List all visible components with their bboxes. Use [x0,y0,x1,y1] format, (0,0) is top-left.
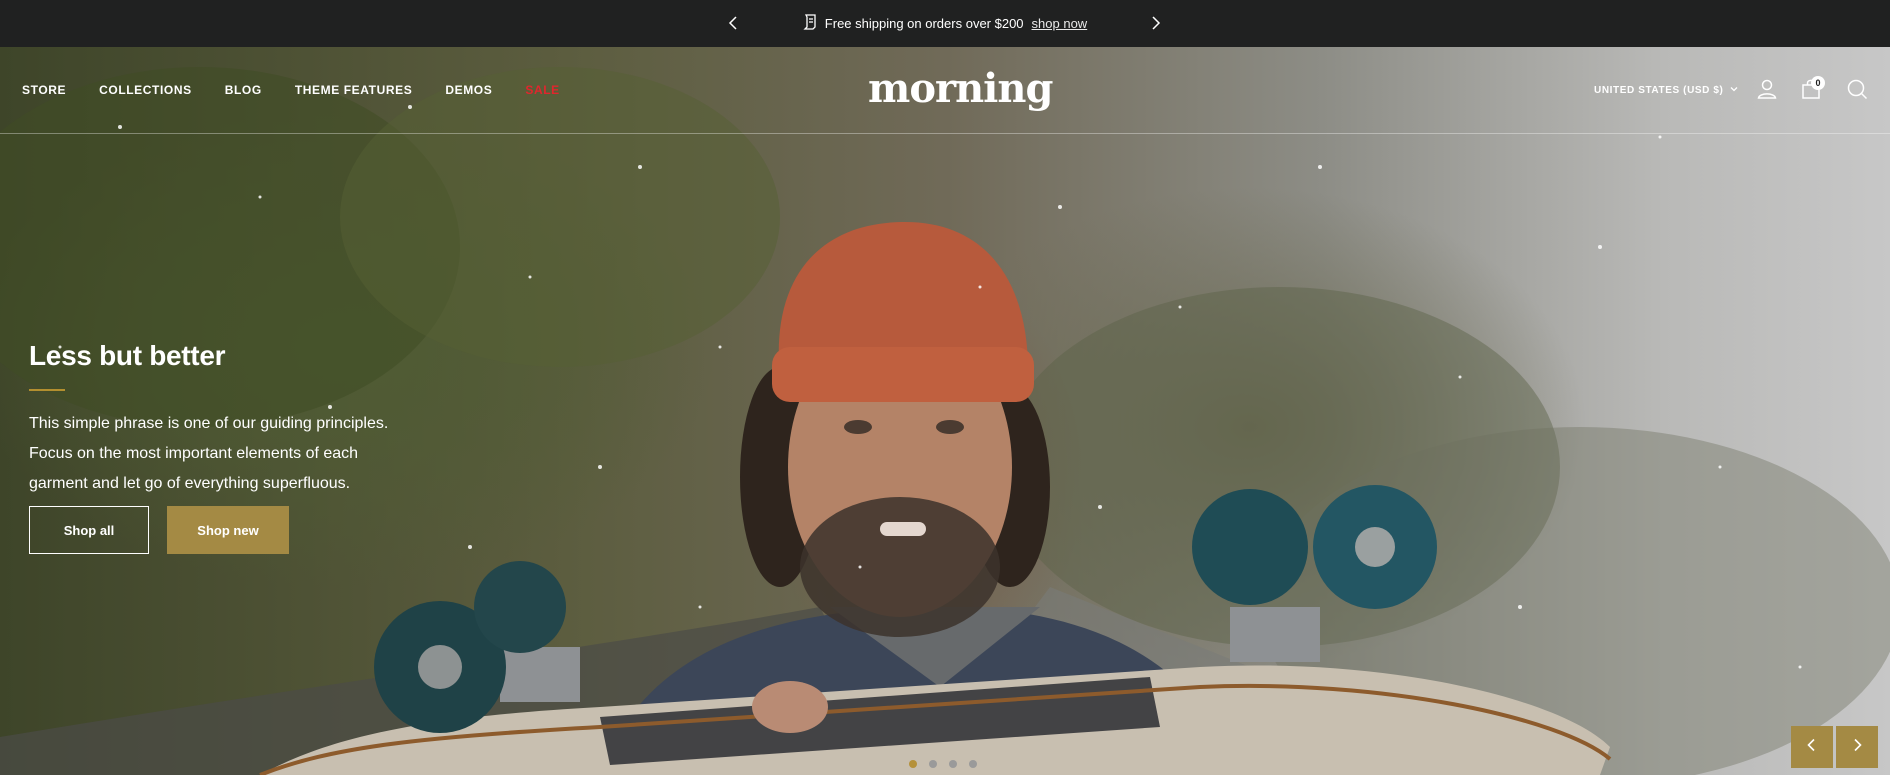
hero-title-divider [29,389,65,391]
hero-description-line: This simple phrase is one of our guiding… [29,415,389,432]
chevron-down-icon [1729,84,1739,97]
site-header: STORE COLLECTIONS BLOG THEME FEATURES DE… [0,47,1890,134]
currency-selector[interactable]: UNITED STATES (USD $) [1594,84,1739,97]
nav-demos[interactable]: DEMOS [445,83,492,97]
site-logo[interactable]: morning [868,65,1053,112]
slide-dot-4[interactable] [969,760,977,768]
hero-content: Less but better This simple phrase is on… [29,340,449,499]
shop-now-link[interactable]: shop now [1032,16,1088,31]
chevron-right-icon [1849,737,1865,758]
shop-new-button[interactable]: Shop new [167,506,289,554]
chevron-left-icon [1804,737,1820,758]
nav-theme-features[interactable]: THEME FEATURES [295,83,413,97]
user-icon[interactable] [1755,77,1779,101]
search-icon[interactable] [1845,77,1869,101]
nav-sale[interactable]: SALE [525,83,559,97]
receipt-icon [803,14,817,33]
announcement-text: Free shipping on orders over $200 [824,16,1024,31]
hero-description-line: garment and let go of everything superfl… [29,475,351,492]
slide-dot-2[interactable] [929,760,937,768]
announcement-bar: Free shipping on orders over $200 shop n… [0,0,1890,47]
shop-all-button[interactable]: Shop all [29,506,149,554]
announcement-next-icon[interactable] [1146,14,1164,32]
cart-count-badge: 0 [1811,76,1825,90]
announcement-message: Free shipping on orders over $200 shop n… [803,14,1087,33]
slider-pagination [909,760,977,768]
hero-title: Less but better [29,340,226,371]
hero-description-line: Focus on the most important elements of … [29,445,359,462]
nav-store[interactable]: STORE [22,83,66,97]
slide-dot-3[interactable] [949,760,957,768]
hero-buttons: Shop all Shop new [29,506,289,554]
main-nav: STORE COLLECTIONS BLOG THEME FEATURES DE… [22,83,560,97]
announcement-prev-icon[interactable] [725,14,743,32]
nav-collections[interactable]: COLLECTIONS [99,83,192,97]
currency-label: UNITED STATES (USD $) [1594,85,1724,96]
slider-next-button[interactable] [1836,726,1878,768]
nav-blog[interactable]: BLOG [225,83,262,97]
slider-prev-button[interactable] [1791,726,1833,768]
slide-dot-1[interactable] [909,760,917,768]
